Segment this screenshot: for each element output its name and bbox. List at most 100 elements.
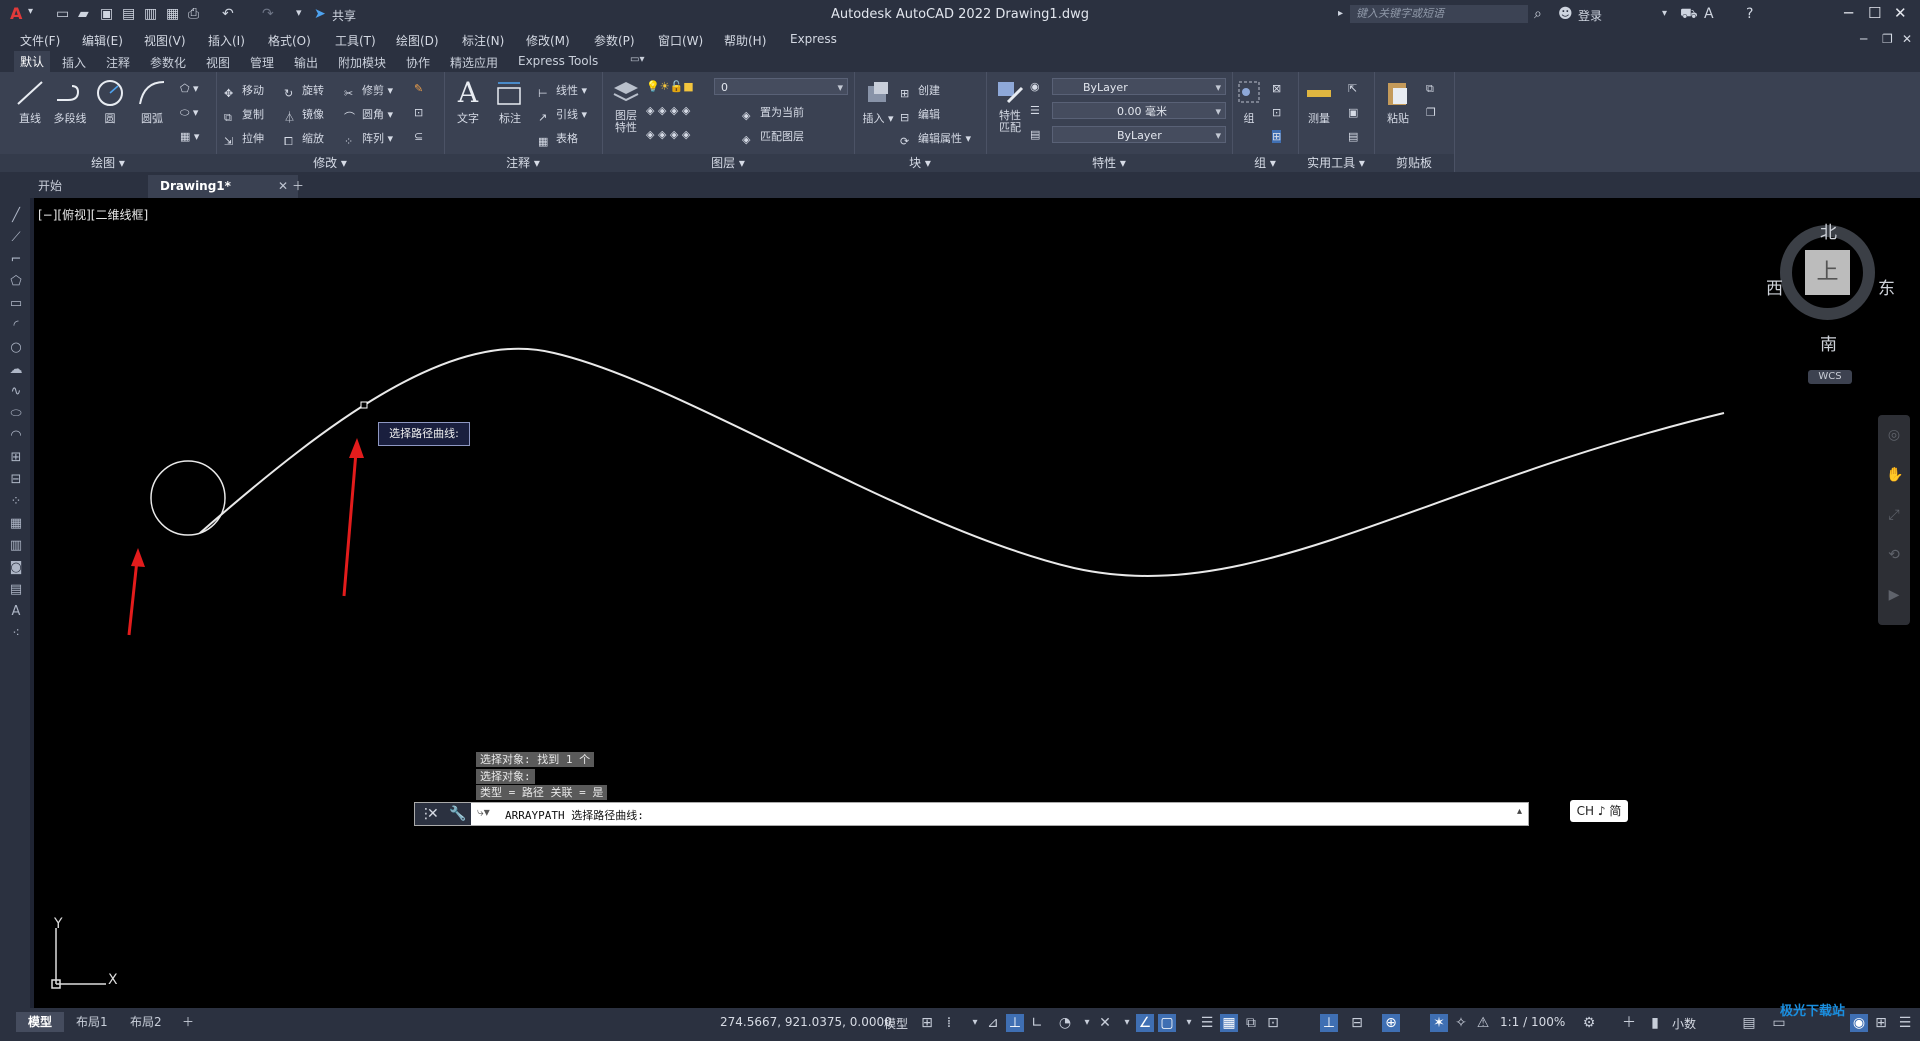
add-layout-plus-icon[interactable]: ＋	[170, 1012, 206, 1032]
model-space-toggle[interactable]: 模型	[884, 1015, 908, 1032]
menu-help[interactable]: 帮助(H)	[724, 32, 766, 49]
offset-icon[interactable]: ⊆	[414, 130, 423, 143]
new-tab-plus-icon[interactable]: ＋	[280, 175, 316, 198]
edit-attributes-button[interactable]: ⟳ 编辑属性 ▾	[900, 130, 971, 149]
command-prompt-icon[interactable]: ⤷▾	[477, 805, 490, 820]
menu-draw[interactable]: 绘图(D)	[396, 32, 439, 49]
drawing-canvas[interactable]: [−][俯视][二维线框] Y X 选择路径曲线: 上 北 南 东 西 WCS …	[34, 198, 1920, 1008]
isometric-chevron-icon[interactable]: ▾	[1118, 1014, 1136, 1032]
path-curve-entity[interactable]	[199, 347, 1725, 577]
calculator-icon[interactable]: ▤	[1348, 130, 1358, 143]
user-icon[interactable]: ☻	[1558, 6, 1573, 22]
ribbon-options-icon[interactable]: ▭▾	[630, 54, 644, 65]
layer-properties-button[interactable]: 图层 特性	[604, 78, 648, 134]
clipboard-panel-title[interactable]: 剪贴板	[1374, 154, 1454, 172]
annotation-panel-title[interactable]: 注释 ▾	[444, 154, 602, 172]
arc-tool-icon[interactable]: ◜	[8, 318, 24, 334]
tab-manage[interactable]: 管理	[250, 54, 274, 71]
app-logo-icon[interactable]: A	[10, 4, 22, 23]
color-wheel-icon[interactable]: ◉	[1030, 80, 1040, 93]
layer-tools-row1-icon[interactable]: ◈ ◈ ◈ ◈	[646, 104, 690, 117]
tab-addins[interactable]: 附加模块	[338, 54, 386, 71]
tab-start[interactable]: 开始	[26, 175, 74, 198]
move-button[interactable]: ✥ 移动	[224, 82, 264, 101]
hatch-tool-icon[interactable]: ▦	[8, 516, 24, 532]
group-select-icon[interactable]: ⊞	[1272, 130, 1282, 143]
leader-button[interactable]: ↗ 引线 ▾	[538, 106, 587, 125]
annotation-scale-icon[interactable]: ⊕	[1382, 1014, 1400, 1032]
quick-properties-icon[interactable]: ▮	[1646, 1014, 1664, 1032]
polyline-button[interactable]: 多段线	[48, 78, 92, 126]
help-icon[interactable]: ?	[1746, 6, 1753, 22]
rotate-button[interactable]: ↻ 旋转	[284, 82, 324, 101]
a360-icon[interactable]: A	[1704, 6, 1714, 22]
color-dropdown[interactable]: ByLayer	[1052, 78, 1226, 96]
search-expand-icon[interactable]: ▸	[1338, 8, 1343, 19]
selection-cycling-icon[interactable]: ⧉	[1242, 1014, 1260, 1032]
tab-view[interactable]: 视图	[206, 54, 230, 71]
menu-window[interactable]: 窗口(W)	[658, 32, 703, 49]
text-button[interactable]: A 文字	[446, 78, 490, 126]
region-tool-icon[interactable]: ◙	[8, 560, 24, 576]
table-button[interactable]: ▦ 表格	[538, 130, 578, 149]
polar-chevron-icon[interactable]: ▾	[1078, 1014, 1096, 1032]
undo-icon[interactable]: ↶	[222, 6, 234, 22]
lineweight-toggle-icon[interactable]: ☰	[1198, 1014, 1216, 1032]
ellipse-tool-icon[interactable]: ⬭	[8, 406, 24, 422]
open-folder-icon[interactable]: ▰	[78, 6, 89, 22]
orbit-icon[interactable]: ⟲	[1886, 547, 1902, 563]
set-current-button[interactable]: ◈ 置为当前	[742, 104, 804, 123]
redo-icon[interactable]: ↷	[262, 6, 274, 22]
object-snap-chevron-icon[interactable]: ▾	[1180, 1014, 1198, 1032]
compass-south[interactable]: 南	[1820, 330, 1837, 355]
add-plus-icon[interactable]: ＋	[1620, 1014, 1638, 1032]
tab-featured-apps[interactable]: 精选应用	[450, 54, 498, 71]
units-dropdown[interactable]: 小数	[1672, 1015, 1696, 1032]
menu-format[interactable]: 格式(O)	[268, 32, 311, 49]
coordinates-readout[interactable]: 274.5667, 921.0375, 0.0000	[720, 1015, 892, 1029]
layout-tab-layout1[interactable]: 布局1	[64, 1012, 120, 1032]
menu-tools[interactable]: 工具(T)	[335, 32, 376, 49]
viewport-scale[interactable]: 1:1 / 100%	[1500, 1015, 1565, 1029]
select-all-icon[interactable]: ▣	[1348, 106, 1358, 119]
doc-restore-icon[interactable]: ❐	[1882, 32, 1893, 46]
isometric-icon[interactable]: ✕	[1096, 1014, 1114, 1032]
menu-view[interactable]: 视图(V)	[144, 32, 186, 49]
layout-tab-model[interactable]: 模型	[16, 1012, 65, 1032]
menu-modify[interactable]: 修改(M)	[526, 32, 570, 49]
quick-select-icon[interactable]: ⇱	[1348, 82, 1357, 95]
command-customize-icon[interactable]: 🔧	[449, 803, 466, 825]
layer-tools-row2-icon[interactable]: ◈ ◈ ◈ ◈	[646, 128, 690, 141]
arc-button[interactable]: 圆弧	[130, 78, 174, 126]
steering-wheel-icon[interactable]: ◎	[1886, 427, 1902, 443]
wcs-menu[interactable]: WCS	[1808, 370, 1852, 384]
explode-icon[interactable]: ⊡	[414, 106, 423, 119]
tab-home[interactable]: 默认	[14, 51, 51, 72]
tab-insert[interactable]: 插入	[62, 54, 86, 71]
mirror-button[interactable]: ⏃ 镜像	[284, 106, 324, 124]
fillet-button[interactable]: ⌒ 圆角 ▾	[344, 106, 393, 124]
group-button[interactable]: 组	[1234, 78, 1264, 126]
ime-indicator[interactable]: CH ♪ 简	[1570, 800, 1628, 822]
tab-express-tools[interactable]: Express Tools	[518, 54, 598, 68]
save-as-icon[interactable]: ▤	[122, 6, 135, 22]
menu-edit[interactable]: 编辑(E)	[82, 32, 123, 49]
point-tool-icon[interactable]: ⁘	[8, 494, 24, 510]
compass-east[interactable]: 东	[1878, 274, 1895, 299]
measure-button[interactable]: 测量	[1300, 78, 1338, 126]
insert-block-tool-icon[interactable]: ⊞	[8, 450, 24, 466]
object-snap-icon[interactable]: ▢	[1158, 1014, 1176, 1032]
make-block-tool-icon[interactable]: ⊟	[8, 472, 24, 488]
share-icon[interactable]: ➤	[314, 6, 326, 22]
units-icon[interactable]: ⚠	[1474, 1014, 1492, 1032]
cart-icon[interactable]: ⛟	[1680, 6, 1698, 24]
compass-north[interactable]: 北	[1820, 218, 1837, 243]
properties-toggle-icon[interactable]: ▤	[1740, 1014, 1758, 1032]
dynamic-input-icon[interactable]: ⊥	[1006, 1014, 1024, 1032]
paste-button[interactable]: 粘贴	[1378, 78, 1418, 126]
layer-dropdown[interactable]: 0	[714, 78, 848, 96]
pan-hand-icon[interactable]: ✋	[1886, 467, 1903, 483]
doc-minimize-icon[interactable]: ─	[1860, 32, 1867, 46]
ungroup-icon[interactable]: ⊠	[1272, 82, 1281, 95]
insert-block-button[interactable]: 插入 ▾	[856, 78, 900, 126]
